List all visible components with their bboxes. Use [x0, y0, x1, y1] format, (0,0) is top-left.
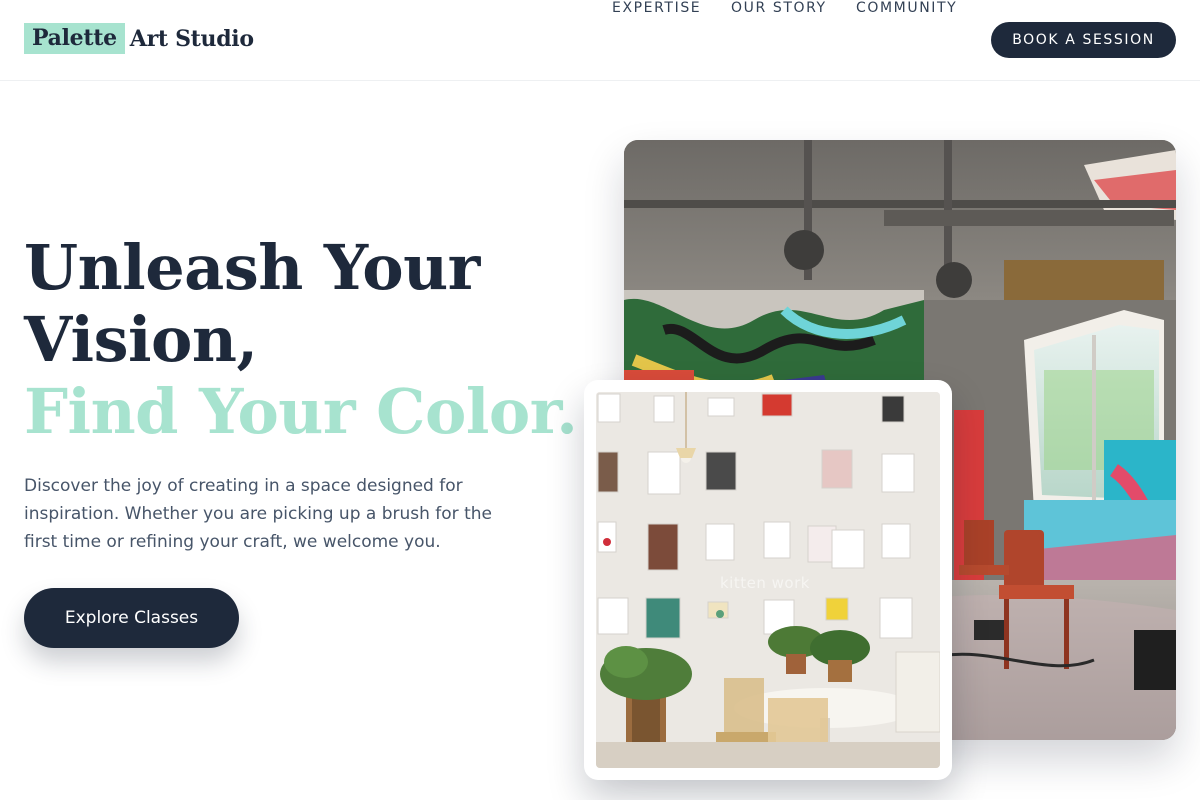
hero-description: Discover the joy of creating in a space …	[24, 476, 492, 552]
nav-link-expertise[interactable]: EXPERTISE	[612, 0, 701, 16]
explore-classes-button[interactable]: Explore Classes	[24, 588, 239, 648]
logo-text: Art Studio	[129, 25, 254, 52]
nav-link-our-story[interactable]: OUR STORY	[731, 0, 827, 16]
headline-line-1: Unleash Your	[24, 231, 480, 304]
nav-link-community[interactable]: COMMUNITY	[856, 0, 957, 16]
book-session-button[interactable]: BOOK A SESSION	[991, 22, 1176, 58]
site-header: Palette Art Studio EXPERTISE OUR STORY C…	[0, 0, 1200, 81]
logo[interactable]: Palette Art Studio	[24, 23, 254, 54]
image-watermark: kitten work	[720, 574, 810, 592]
hero-headline: Unleash Your Vision, Find Your Color.	[24, 231, 578, 448]
headline-accent: Find Your Color.	[24, 375, 578, 448]
gallery-wall-card: kitten work	[584, 380, 952, 780]
logo-mark: Palette	[24, 23, 125, 54]
headline-line-2: Vision,	[24, 303, 258, 376]
gallery-wall-image: kitten work	[596, 392, 940, 768]
